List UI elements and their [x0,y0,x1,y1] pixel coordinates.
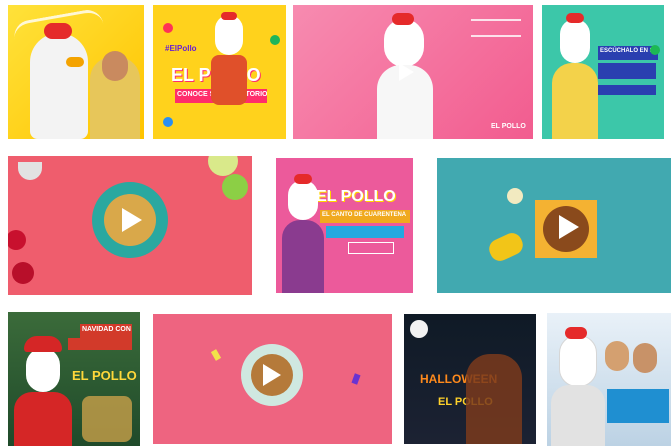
spotify-icon [650,45,660,55]
chicken-beak [66,57,84,67]
tile-title-banner: ESCÚCHALO EN SPOTIFY [598,46,658,60]
person [605,341,629,371]
gallery-tile-3[interactable]: EL POLLO [293,5,533,139]
mascot-body [211,55,247,105]
mascot-body [551,385,605,446]
text-banner [326,226,404,238]
mascot-body [14,392,72,446]
gallery-tile-1[interactable] [8,5,144,139]
text-block [471,19,521,37]
text-banner [598,85,656,95]
lime [222,174,248,200]
lemon [208,156,238,176]
text-banner [68,338,132,350]
text-banner [348,242,394,254]
tomato [8,230,26,250]
person [633,343,657,373]
tile-hashtag: #ElPollo [165,44,197,53]
gallery-tile-6[interactable]: EL POLLO EL CANTO DE CUARENTENA [276,158,413,293]
gallery-tile-9[interactable] [153,314,392,444]
chicken-mascot [559,335,597,387]
play-icon[interactable] [122,208,142,232]
chicken-mascot [560,19,590,63]
chicken-comb [44,23,72,39]
monster-figure [466,354,522,444]
chicken-comb [221,12,237,20]
chicken-mascot [384,19,424,67]
moon [410,320,428,338]
chicken-comb [565,327,587,339]
banner [607,389,669,423]
tile-subtitle-banner: NAVIDAD CON [80,324,132,338]
tomato [12,262,34,284]
mascot-body [282,220,324,293]
social-icon [270,35,280,45]
chicken-comb [392,13,414,25]
chicken-mascot [288,180,318,220]
cup [507,188,523,204]
carousel-lights [82,396,132,442]
chicken-mascot [26,348,60,392]
gallery-tile-11[interactable] [547,313,671,446]
santa-hat [24,336,62,352]
gallery-tile-4[interactable]: ESCÚCHALO EN SPOTIFY [542,5,664,139]
chicken-mascot [215,15,243,55]
gallery-tile-2[interactable]: #ElPollo EL POLLO CONOCE SU REPERTORIO [153,5,286,139]
confetti-icon [210,349,222,361]
tile-title: EL POLLO [72,368,137,383]
person-head [102,51,128,81]
gallery-tile-8[interactable]: NAVIDAD CON EL POLLO [8,312,140,446]
confetti-icon [351,373,361,385]
gallery-tile-5[interactable] [8,156,252,295]
chicken-comb [566,13,584,23]
mascot-body [552,63,598,139]
tile-title: EL POLLO [491,123,526,130]
heart-icon [163,23,173,33]
gallery-tile-10[interactable]: HALLOWEEN EL POLLO [404,314,536,444]
chicken-comb [294,174,312,184]
gallery-tile-7[interactable] [437,158,671,293]
corn [485,229,527,265]
tile-title: EL POLLO [316,188,396,205]
tile-subtitle-banner: EL CANTO DE CUARENTENA [320,210,410,223]
play-icon[interactable] [263,364,281,386]
chicken-mascot [30,33,88,139]
social-icon [163,117,173,127]
play-icon[interactable] [559,215,579,239]
mortar-bowl [18,162,42,180]
text-banner [598,63,656,79]
play-icon[interactable] [399,63,414,81]
